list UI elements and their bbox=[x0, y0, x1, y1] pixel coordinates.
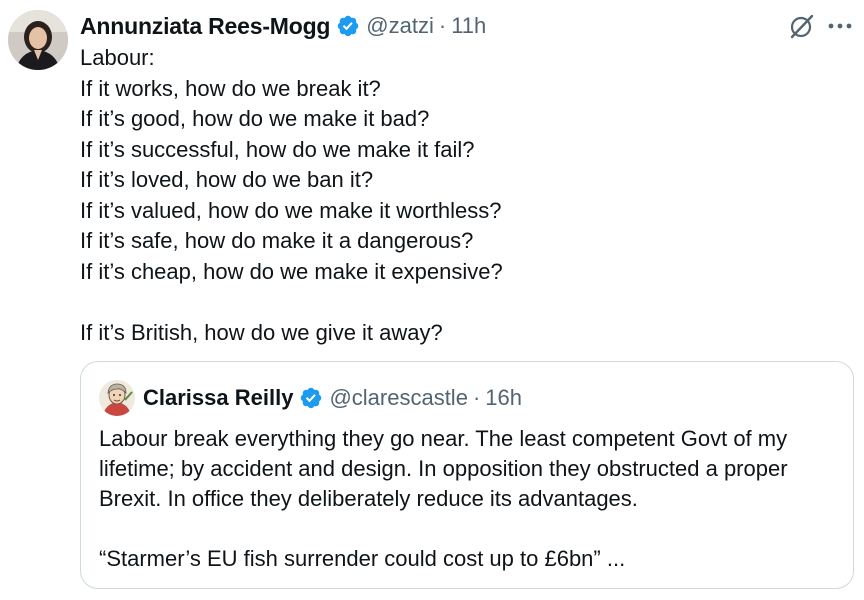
tweet-line: Labour: bbox=[80, 45, 155, 70]
tweet-line: If it’s loved, how do we ban it? bbox=[80, 167, 374, 192]
grok-icon[interactable] bbox=[786, 10, 818, 42]
quoted-tweet-body: Labour break everything they go near. Th… bbox=[99, 424, 839, 574]
author-handle[interactable]: @zatzi bbox=[366, 13, 434, 39]
tweet-header: Annunziata Rees-Mogg @zatzi · 11h bbox=[80, 8, 486, 44]
quoted-author-handle[interactable]: @clarescastle bbox=[329, 385, 468, 411]
tweet-line: If it’s good, how do we make it bad? bbox=[80, 106, 430, 131]
quoted-author-name[interactable]: Clarissa Reilly bbox=[143, 385, 293, 411]
more-options-icon[interactable] bbox=[824, 10, 856, 42]
author-name[interactable]: Annunziata Rees-Mogg bbox=[80, 13, 330, 40]
quoted-tweet-card[interactable]: Clarissa Reilly @clarescastle · 16h Labo… bbox=[80, 361, 854, 589]
quoted-tweet-line: Brexit. In office they deliberately redu… bbox=[99, 486, 638, 511]
tweet-line: If it’s successful, how do we make it fa… bbox=[80, 136, 475, 162]
quoted-tweet-line: lifetime; by accident and design. In opp… bbox=[99, 456, 788, 481]
profile-avatar bbox=[99, 380, 135, 416]
quoted-tweet-blank-line bbox=[99, 514, 839, 544]
header-actions bbox=[780, 8, 856, 44]
separator-dot: · bbox=[472, 385, 481, 410]
tweet-line: If it’s valued, how do we make it worthl… bbox=[80, 197, 502, 223]
quoted-tweet-header: Clarissa Reilly @clarescastle · 16h bbox=[99, 380, 522, 416]
quoted-author-avatar[interactable] bbox=[99, 380, 135, 416]
verified-badge-icon[interactable] bbox=[336, 14, 360, 38]
author-avatar[interactable] bbox=[8, 10, 68, 70]
quoted-tweet-timestamp[interactable]: 16h bbox=[485, 385, 522, 411]
tweet-line: If it’s British, how do we give it away? bbox=[80, 319, 443, 345]
tweet-line: If it’s safe, how do make it a dangerous… bbox=[80, 228, 474, 253]
quoted-tweet-line: “Starmer’s EU fish surrender could cost … bbox=[99, 546, 626, 571]
verified-badge-icon[interactable] bbox=[299, 386, 323, 410]
tweet-line: If it’s cheap, how do we make it expensi… bbox=[80, 258, 503, 284]
tweet-line: If it works, how do we break it? bbox=[80, 75, 381, 101]
tweet-body: Labour: If it works, how do we break it?… bbox=[80, 43, 840, 348]
separator-dot: · bbox=[438, 13, 447, 38]
profile-photo bbox=[8, 10, 68, 70]
tweet-timestamp[interactable]: 11h bbox=[451, 13, 486, 39]
quoted-tweet-line: Labour break everything they go near. Th… bbox=[99, 426, 788, 451]
